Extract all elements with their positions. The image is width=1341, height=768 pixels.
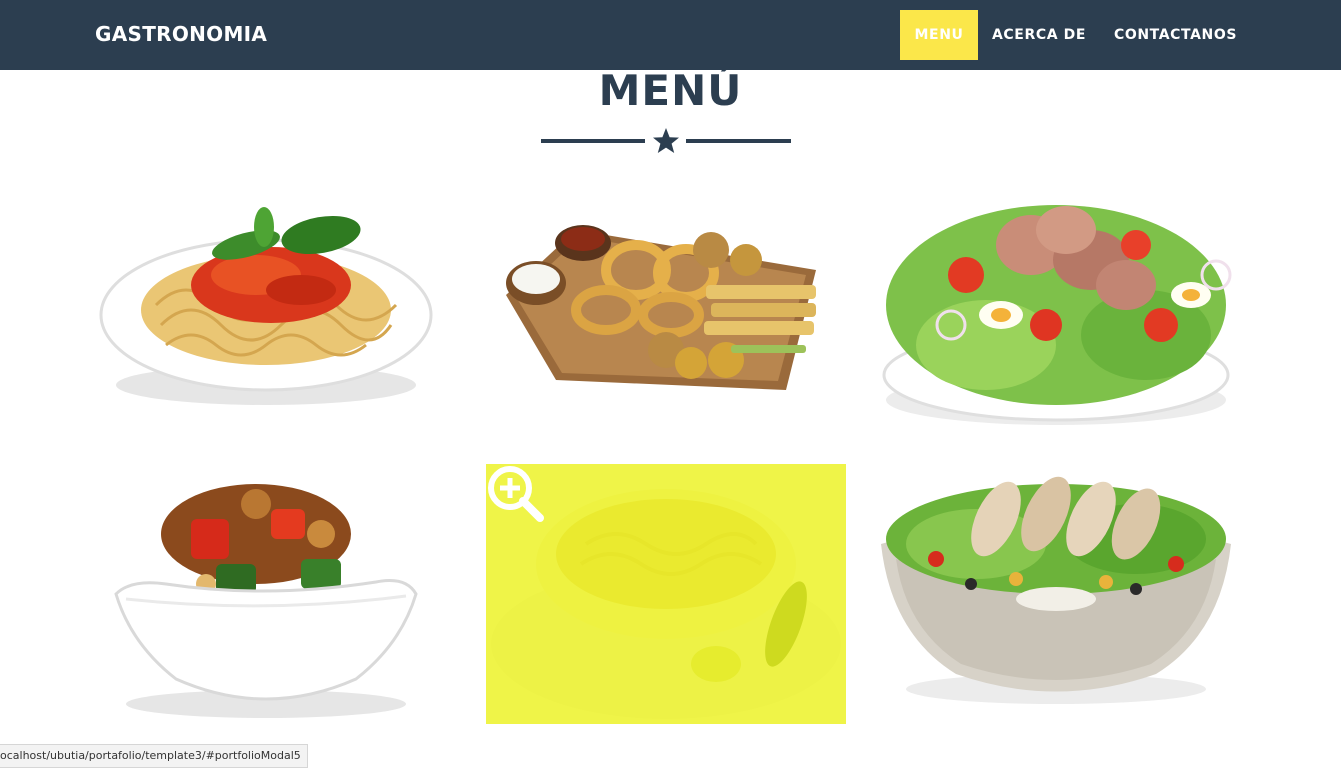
portfolio-item-chicken-salad[interactable] [876, 464, 1236, 724]
navbar: GASTRONOMIA MENU ACERCA DE CONTACTANOS [0, 0, 1341, 70]
portfolio-item-tuna-salad[interactable] [876, 175, 1236, 435]
nav-item-acerca-de[interactable]: ACERCA DE [985, 10, 1093, 60]
star-icon [653, 128, 679, 153]
brand-logo[interactable]: GASTRONOMIA [95, 22, 267, 46]
spaghetti-image [99, 207, 433, 405]
divider-line-right [686, 139, 791, 143]
status-bar-url: ocalhost/ubutia/portafolio/template3/#po… [0, 744, 308, 768]
fried-platter-image [506, 225, 816, 390]
nav-item-menu[interactable]: MENU [900, 10, 978, 60]
portfolio-item-spaghetti[interactable] [86, 175, 446, 435]
section-title: MENÚ [598, 66, 743, 115]
chicken-salad-image [881, 476, 1231, 704]
nav-item-contactanos[interactable]: CONTACTANOS [1108, 10, 1243, 60]
zoom-in-icon [488, 466, 544, 522]
stir-fry-image [114, 484, 418, 718]
divider-line-left [541, 139, 645, 143]
portfolio-item-soup[interactable] [486, 464, 846, 724]
portfolio-item-stir-fry[interactable] [86, 464, 446, 724]
portfolio-item-fried-platter[interactable] [486, 175, 846, 435]
tuna-salad-image [882, 205, 1232, 425]
